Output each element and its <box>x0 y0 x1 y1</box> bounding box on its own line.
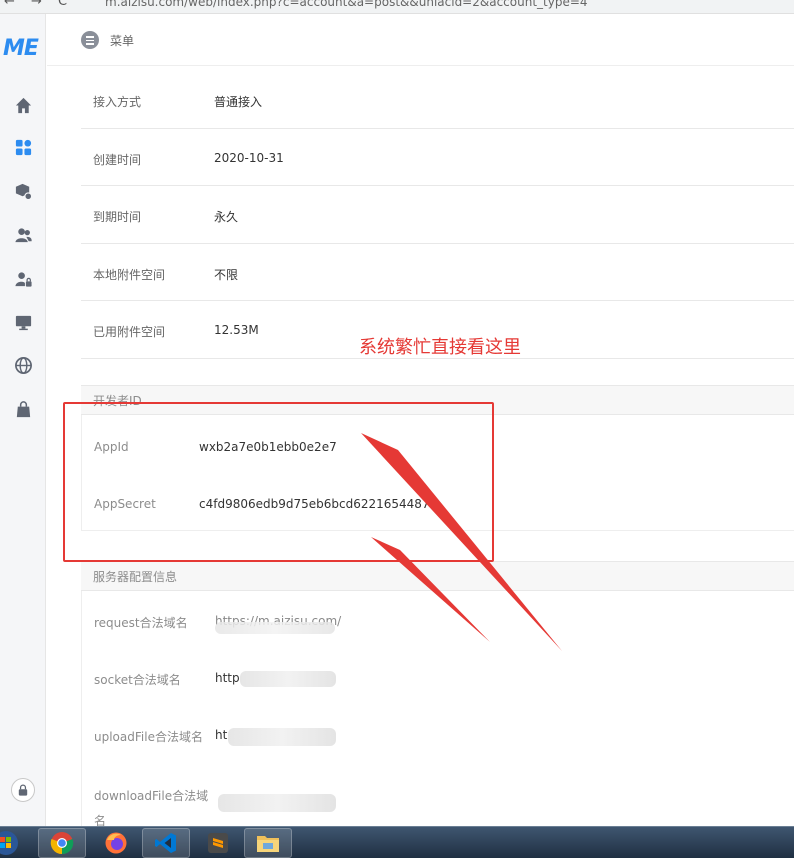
sidebar: ME <box>0 14 46 826</box>
windows-start-icon[interactable] <box>0 828 24 858</box>
file-explorer-icon[interactable] <box>244 828 292 858</box>
redaction-blur <box>218 794 336 812</box>
menu-label[interactable]: 菜单 <box>110 32 134 49</box>
user-lock-icon[interactable] <box>12 268 34 290</box>
home-icon[interactable] <box>12 94 34 116</box>
info-key: 到期时间 <box>93 210 142 224</box>
globe-icon[interactable] <box>12 354 34 376</box>
shopping-bag-icon[interactable] <box>12 398 34 420</box>
redaction-blur <box>228 728 336 746</box>
info-row: 创建时间 2020-10-31 <box>81 129 794 186</box>
server-key: uploadFile合法域名 <box>94 730 203 744</box>
info-value: 12.53M <box>214 323 259 337</box>
info-key: 创建时间 <box>93 153 142 167</box>
windows-taskbar <box>0 826 794 858</box>
server-key: request合法域名 <box>94 616 188 630</box>
info-value: 普通接入 <box>214 95 263 109</box>
apps-icon[interactable] <box>12 136 34 158</box>
vscode-icon[interactable] <box>142 828 190 858</box>
redaction-blur <box>215 622 335 634</box>
app-logo[interactable]: ME <box>3 36 39 61</box>
browser-address-bar[interactable]: ← → C m.aizisu.com/web/index.php?c=accou… <box>0 0 794 14</box>
redaction-blur <box>240 671 336 687</box>
info-key: 接入方式 <box>93 95 142 109</box>
info-value: 永久 <box>214 210 239 224</box>
chrome-icon[interactable] <box>38 828 86 858</box>
browser-url-text[interactable]: m.aizisu.com/web/index.php?c=account&a=p… <box>105 0 588 9</box>
server-section-body: request合法域名 https://m.aizisu.com/ socket… <box>81 591 794 831</box>
info-row: 本地附件空间 不限 <box>81 244 794 301</box>
server-section-title: 服务器配置信息 <box>81 561 794 591</box>
browser-nav-icons[interactable]: ← → C <box>4 0 73 9</box>
users-icon[interactable] <box>12 224 34 246</box>
info-row: 接入方式 普通接入 <box>81 71 794 129</box>
info-value: 2020-10-31 <box>214 151 284 165</box>
top-bar: 菜单 <box>47 14 794 66</box>
lock-icon[interactable] <box>11 778 35 802</box>
annotation-text: 系统繁忙直接看这里 <box>359 337 521 358</box>
info-key: 本地附件空间 <box>93 268 166 282</box>
firefox-icon[interactable] <box>92 828 140 858</box>
server-key: socket合法域名 <box>94 673 181 687</box>
server-value: http <box>215 671 240 685</box>
monitor-icon[interactable] <box>12 311 34 333</box>
annotation-highlight-box <box>63 402 494 562</box>
info-value: 不限 <box>214 268 239 282</box>
server-value: ht <box>215 728 228 742</box>
sublime-text-icon[interactable] <box>194 828 242 858</box>
menu-icon[interactable] <box>81 31 99 49</box>
info-key: 已用附件空间 <box>93 325 166 339</box>
info-row: 到期时间 永久 <box>81 186 794 244</box>
package-settings-icon[interactable] <box>12 180 34 202</box>
